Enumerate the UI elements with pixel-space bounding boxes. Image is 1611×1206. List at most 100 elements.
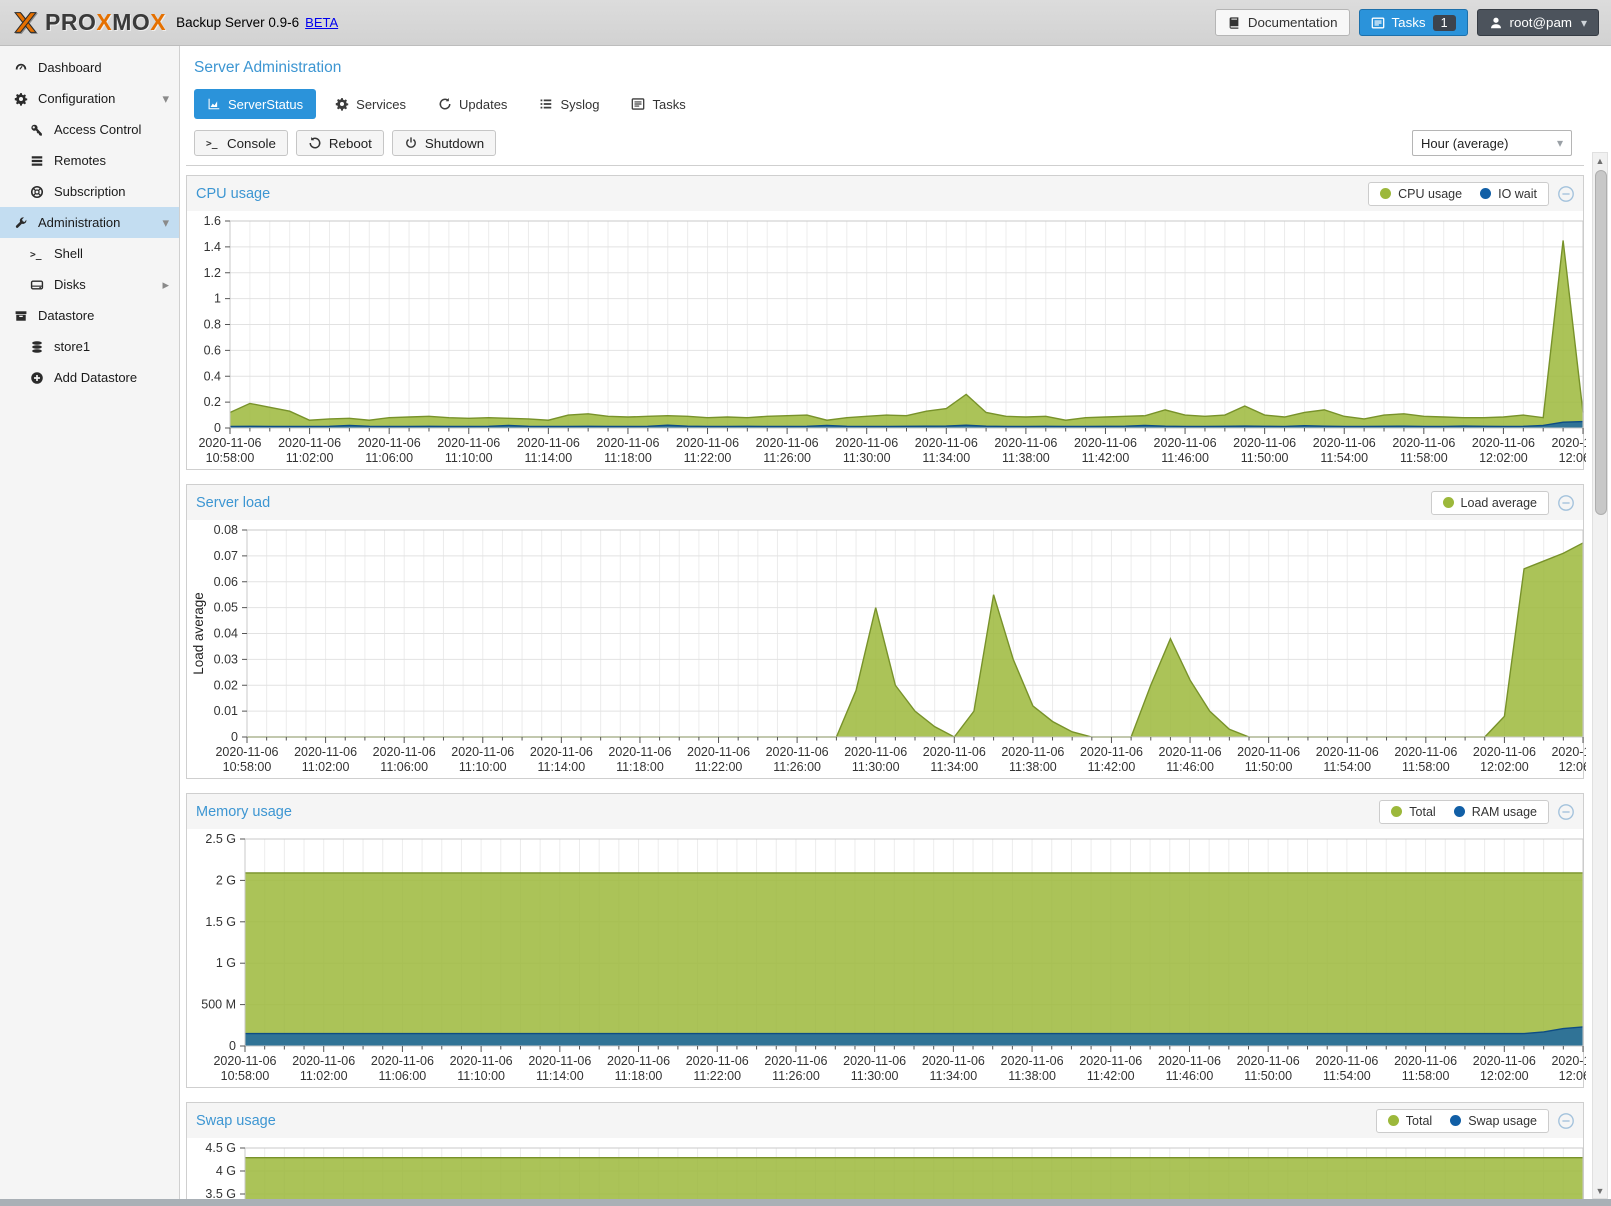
collapse-panel-button[interactable] — [1557, 1112, 1575, 1130]
sidebar-item-label: Access Control — [54, 122, 171, 137]
sidebar-item-subscription[interactable]: Subscription — [0, 176, 179, 207]
sidebar-item-dashboard[interactable]: Dashboard — [0, 52, 179, 83]
timeframe-select[interactable]: Hour (average) ▾ — [1412, 130, 1572, 156]
svg-text:0.6: 0.6 — [204, 343, 221, 357]
chart-legend: Load average — [1431, 491, 1549, 515]
panel-header: Memory usageTotalRAM usage — [187, 794, 1583, 829]
svg-text:2020-11-06: 2020-11-06 — [1237, 745, 1300, 759]
top-header: PROXMOX Backup Server 0.9-6 BETA Documen… — [0, 0, 1611, 46]
chart-panels: CPU usageCPU usageIO wait00.20.40.60.811… — [186, 166, 1584, 1206]
svg-text:11:06:00: 11:06:00 — [365, 451, 413, 465]
sidebar-item-store1[interactable]: store1 — [0, 331, 179, 362]
user-icon — [1489, 16, 1503, 30]
sidebar-item-label: Administration — [38, 215, 160, 230]
rotate-left-icon — [308, 136, 322, 150]
svg-text:2020-11-06: 2020-11-06 — [1079, 1054, 1142, 1068]
proxmox-logo: PROXMOX — [12, 9, 166, 36]
svg-text:2020-11-06: 2020-11-06 — [450, 1054, 513, 1068]
panel-header: Swap usage Total Swap usage — [187, 1103, 1583, 1138]
documentation-button[interactable]: Documentation — [1215, 9, 1350, 36]
legend-dot-icon — [1480, 188, 1491, 199]
tab-syslog[interactable]: Syslog — [526, 89, 612, 119]
chart-area: 0500 M1 G1.5 G2 G2.5 G3 G3.5 G4 G4.5 G20… — [187, 1138, 1583, 1206]
scroll-up-arrow[interactable]: ▲ — [1593, 153, 1607, 168]
svg-text:0.03: 0.03 — [214, 652, 238, 666]
sidebar-item-label: Remotes — [54, 153, 171, 168]
tab-serverstatus[interactable]: ServerStatus — [194, 89, 316, 119]
legend-load-average[interactable]: Load average — [1443, 496, 1537, 510]
gear-icon — [335, 97, 349, 111]
legend-total[interactable]: Total — [1391, 805, 1435, 819]
tasks-count-badge: 1 — [1433, 15, 1456, 31]
tasks-button[interactable]: Tasks 1 — [1359, 9, 1468, 36]
collapse-panel-button[interactable] — [1557, 185, 1575, 203]
shutdown-button[interactable]: Shutdown — [392, 130, 496, 156]
scroll-down-arrow[interactable]: ▼ — [1593, 1183, 1607, 1198]
server-load-chart: 00.010.020.030.040.050.060.070.082020-11… — [188, 521, 1586, 777]
caret-down-icon[interactable]: ▾ — [160, 215, 171, 231]
tab-updates[interactable]: Updates — [425, 89, 520, 119]
collapse-panel-button[interactable] — [1557, 494, 1575, 512]
sidebar-item-add-datastore[interactable]: Add Datastore — [0, 362, 179, 393]
svg-text:11:14:00: 11:14:00 — [536, 1069, 584, 1083]
svg-text:1: 1 — [214, 292, 221, 306]
svg-text:2020-11-06: 2020-11-06 — [1394, 1054, 1457, 1068]
svg-text:2020-11-06: 2020-11-06 — [1392, 436, 1455, 450]
main-content: Server Administration ServerStatusServic… — [180, 46, 1611, 1206]
legend-swap-usage[interactable]: Swap usage — [1450, 1114, 1537, 1128]
svg-text:11:42:00: 11:42:00 — [1082, 451, 1130, 465]
svg-text:2020-11-06: 2020-11-06 — [922, 1054, 985, 1068]
collapse-panel-button[interactable] — [1557, 803, 1575, 821]
vertical-scrollbar[interactable]: ▲ ▼ — [1592, 152, 1608, 1199]
sidebar-item-disks[interactable]: Disks▸ — [0, 269, 179, 300]
panel-header: Server loadLoad average — [187, 485, 1583, 520]
legend-ram-usage[interactable]: RAM usage — [1454, 805, 1537, 819]
wrench-icon — [12, 216, 30, 230]
plus-circle-icon — [28, 371, 46, 385]
svg-text:2020-11-06: 2020-11-06 — [517, 436, 580, 450]
svg-text:11:06:00: 11:06:00 — [379, 1069, 427, 1083]
legend-total[interactable]: Total — [1388, 1114, 1432, 1128]
sidebar-item-configuration[interactable]: Configuration▾ — [0, 83, 179, 114]
tab-services[interactable]: Services — [322, 89, 419, 119]
svg-text:4 G: 4 G — [216, 1164, 236, 1178]
beta-link[interactable]: BETA — [305, 15, 338, 30]
panel-title: Swap usage — [196, 1113, 1376, 1129]
sidebar-item-administration[interactable]: Administration▾ — [0, 207, 179, 238]
svg-text:2020-11-06: 2020-11-06 — [1237, 1054, 1300, 1068]
svg-text:2020-11-06: 2020-11-06 — [756, 436, 819, 450]
sidebar-item-access-control[interactable]: Access Control — [0, 114, 179, 145]
sidebar-item-shell[interactable]: >_Shell — [0, 238, 179, 269]
svg-text:2020-11-06: 2020-11-06 — [1316, 745, 1379, 759]
caret-right-icon[interactable]: ▸ — [160, 277, 171, 293]
reboot-button[interactable]: Reboot — [296, 130, 384, 156]
book-icon — [1227, 16, 1241, 30]
scrollbar-thumb[interactable] — [1595, 170, 1607, 515]
legend-cpu-usage[interactable]: CPU usage — [1380, 187, 1462, 201]
svg-text:2020-11-06: 2020-11-06 — [371, 1054, 434, 1068]
svg-text:12:06:00: 12:06:00 — [1559, 1069, 1586, 1083]
reboot-label: Reboot — [329, 136, 372, 151]
svg-text:2020-11-06: 2020-11-06 — [676, 436, 739, 450]
svg-text:11:30:00: 11:30:00 — [851, 1069, 899, 1083]
svg-text:2020-11-06: 2020-11-06 — [1551, 745, 1586, 759]
console-button[interactable]: >_ Console — [194, 130, 288, 156]
sidebar-item-datastore[interactable]: Datastore — [0, 300, 179, 331]
legend-io-wait[interactable]: IO wait — [1480, 187, 1537, 201]
svg-text:2020-11-06: 2020-11-06 — [451, 745, 514, 759]
user-menu-button[interactable]: root@pam ▾ — [1477, 9, 1599, 36]
svg-text:2020-11-06: 2020-11-06 — [213, 1054, 276, 1068]
tab-tasks[interactable]: Tasks — [618, 89, 698, 119]
caret-down-icon[interactable]: ▾ — [160, 91, 171, 107]
svg-text:0.02: 0.02 — [214, 678, 238, 692]
svg-text:2020-11-06: 2020-11-06 — [596, 436, 659, 450]
svg-text:1 G: 1 G — [216, 956, 236, 970]
sidebar-item-remotes[interactable]: Remotes — [0, 145, 179, 176]
svg-text:11:58:00: 11:58:00 — [1400, 451, 1448, 465]
svg-text:4.5 G: 4.5 G — [205, 1141, 236, 1155]
svg-text:11:34:00: 11:34:00 — [930, 760, 978, 774]
memory-usage-panel: Memory usageTotalRAM usage0500 M1 G1.5 G… — [186, 793, 1584, 1088]
chart-area: 0500 M1 G1.5 G2 G2.5 G2020-11-0610:58:00… — [187, 829, 1583, 1087]
svg-text:500 M: 500 M — [201, 998, 236, 1012]
svg-text:2020-11-06: 2020-11-06 — [1154, 436, 1217, 450]
